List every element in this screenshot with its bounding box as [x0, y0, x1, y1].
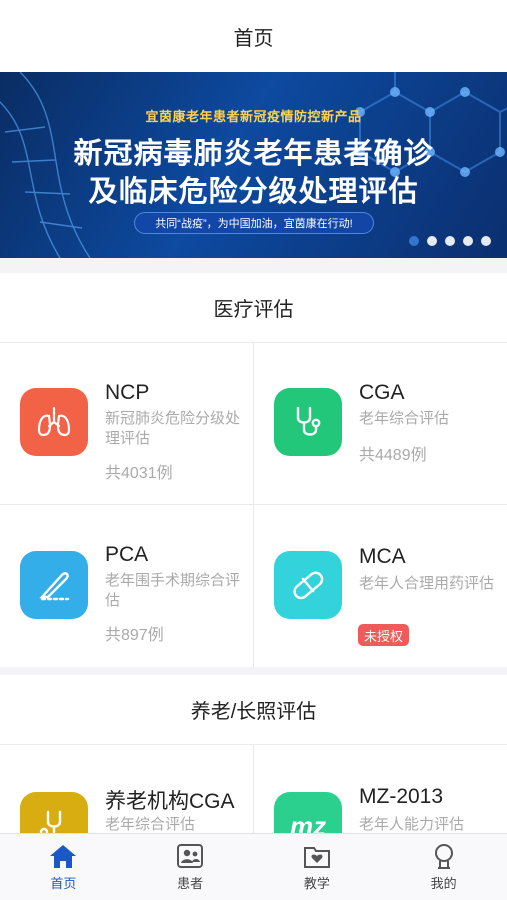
assessment-card-cga[interactable]: CGA 老年综合评估 共4489例 — [254, 343, 507, 504]
card-title: MCA — [359, 545, 406, 568]
carousel-dot[interactable] — [427, 236, 437, 246]
assessment-card-mz-2013[interactable]: mz MZ-2013 老年人能力评估 — [254, 745, 507, 833]
section-title-medical: 医疗评估 — [0, 273, 507, 343]
assessment-card-pca[interactable]: PCA 老年围手术期综合评估 共897例 — [0, 505, 253, 667]
page-title: 首页 — [233, 27, 274, 50]
card-description: 老年人能力评估 — [359, 816, 465, 833]
card-title: PCA — [105, 543, 149, 566]
scalpel-icon — [20, 551, 88, 619]
bottom-tab-bar: 首页 患者 教学 我的 — [0, 833, 507, 900]
banner-title-line1: 新冠病毒肺炎老年患者确诊 — [73, 138, 434, 170]
card-count: 共897例 — [105, 627, 164, 644]
card-title: CGA — [359, 381, 405, 404]
carousel-dot[interactable] — [445, 236, 455, 246]
tab-label: 教学 — [303, 875, 330, 891]
mz-logo-icon: mz — [274, 792, 342, 833]
assessment-card-ncp[interactable]: NCP 新冠肺炎危险分级处理评估 共4031例 — [0, 343, 253, 504]
banner-title-line2: 及临床危险分级处理评估 — [88, 176, 419, 208]
tab-label: 患者 — [177, 875, 204, 891]
stethoscope-icon — [20, 792, 88, 833]
banner-subtitle: 宜茵康老年患者新冠疫情防控新产品 — [145, 109, 362, 124]
tab-label: 首页 — [50, 875, 77, 891]
profile-icon — [434, 843, 453, 869]
promo-banner[interactable]: 宜茵康老年患者新冠疫情防控新产品 新冠病毒肺炎老年患者确诊 及临床危险分级处理评… — [0, 72, 507, 258]
teaching-folder-icon — [303, 846, 330, 868]
home-icon — [50, 844, 77, 868]
section-title-elderly-care: 养老/长照评估 — [0, 675, 507, 745]
pill-capsule-icon — [274, 551, 342, 619]
card-count: 共4489例 — [359, 447, 427, 464]
card-title: NCP — [105, 381, 150, 404]
carousel-indicator[interactable] — [409, 236, 491, 246]
card-title: 养老机构CGA — [105, 790, 235, 813]
tab-teaching[interactable]: 教学 — [254, 834, 381, 900]
card-count: 共4031例 — [105, 465, 173, 482]
stethoscope-icon — [274, 388, 342, 456]
mz-logo-text: mz — [289, 810, 327, 834]
card-description: 老年围手术期综合评估 — [105, 572, 241, 609]
tab-home[interactable]: 首页 — [0, 834, 127, 900]
page-header: 首页 — [0, 0, 507, 72]
carousel-dot[interactable] — [409, 236, 419, 246]
banner-slogan: 共同“战疫”，为中国加油，宜茵康在行动! — [134, 212, 374, 234]
medical-assessment-grid: NCP 新冠肺炎危险分级处理评估 共4031例 CGA 老年综合评估 共4489… — [0, 343, 507, 667]
card-description: 老年人合理用药评估 — [359, 575, 495, 592]
section-title-label: 医疗评估 — [213, 299, 294, 321]
tab-patients[interactable]: 患者 — [127, 834, 254, 900]
card-description: 新冠肺炎危险分级处理评估 — [105, 410, 241, 447]
tab-profile[interactable]: 我的 — [380, 834, 507, 900]
lungs-icon — [20, 388, 88, 456]
carousel-dot[interactable] — [463, 236, 473, 246]
assessment-card-institution-cga[interactable]: 养老机构CGA 老年综合评估 — [0, 745, 253, 833]
patient-card-icon — [177, 843, 204, 868]
card-title: MZ-2013 — [359, 785, 444, 808]
section-title-label: 养老/长照评估 — [190, 701, 317, 723]
elderly-assessment-grid: 养老机构CGA 老年综合评估 mz MZ-2013 老年人能力评估 — [0, 745, 507, 833]
card-description: 老年综合评估 — [105, 816, 196, 833]
tab-label: 我的 — [430, 875, 457, 891]
unauthorized-badge: 未授权 — [358, 624, 410, 646]
carousel-dot[interactable] — [481, 236, 491, 246]
card-description: 老年综合评估 — [359, 410, 450, 427]
